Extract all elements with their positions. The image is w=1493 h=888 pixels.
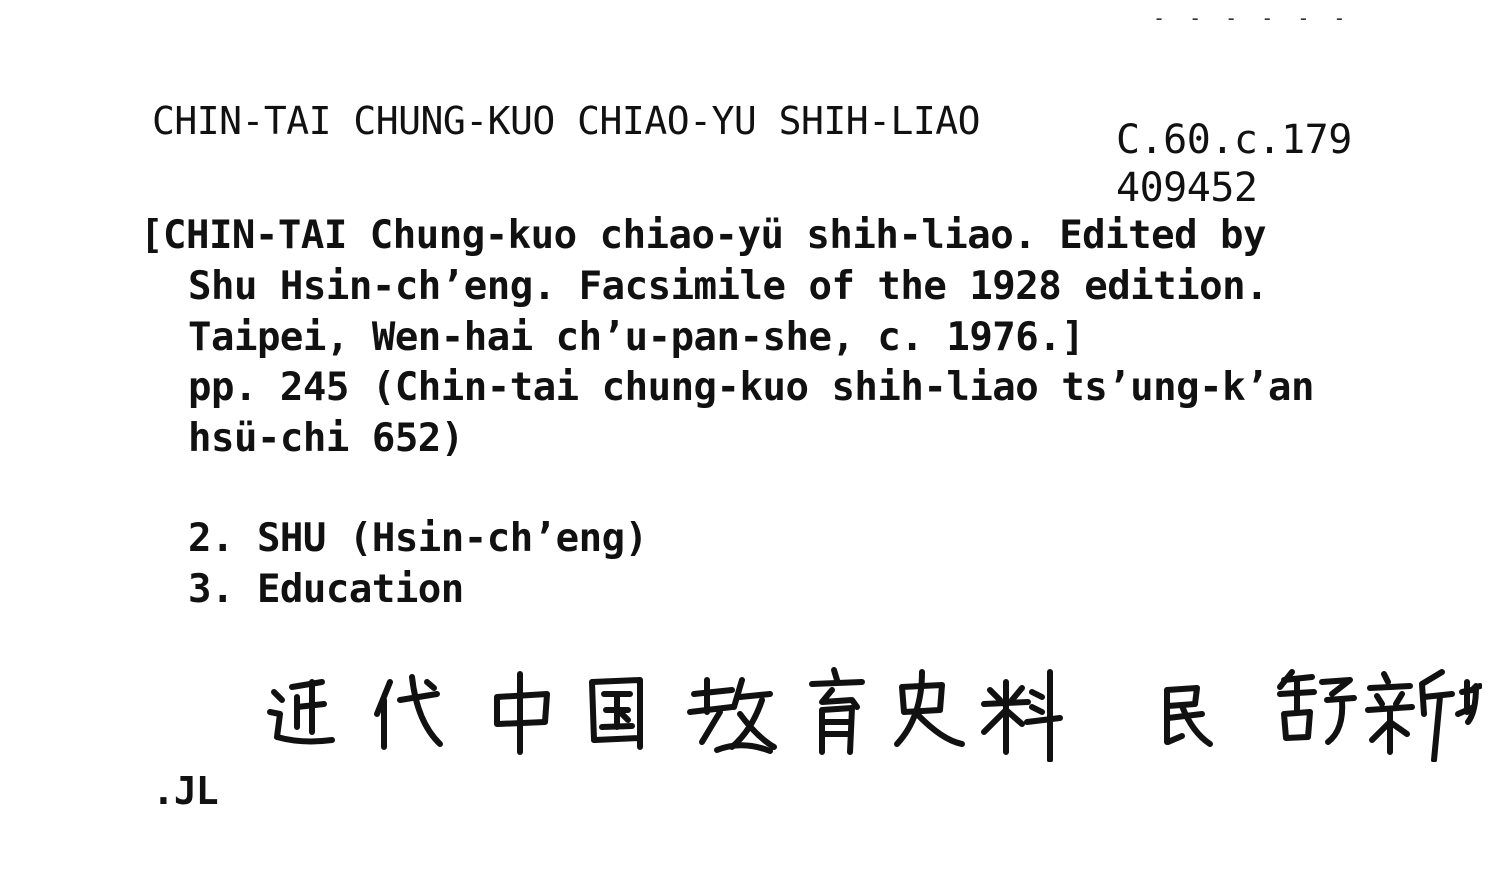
entry-line-2: Shu Hsin-ch’eng. Facsimile of the 1928 e… bbox=[188, 264, 1269, 309]
tracing-2: 2. SHU (Hsin-ch’eng) bbox=[188, 516, 648, 561]
catalog-card: - - - - - - CHIN-TAI CHUNG-KUO CHIAO-YU … bbox=[0, 0, 1493, 888]
entry-line-3: Taipei, Wen-hai ch’u-pan-she, c. 1976.] bbox=[188, 315, 1085, 360]
entry-line-1: [CHIN-TAI Chung-kuo chiao-yü shih-liao. … bbox=[140, 213, 1267, 258]
glyph-7 bbox=[894, 669, 965, 747]
glyph-10 bbox=[1277, 669, 1357, 745]
glyph-5 bbox=[687, 677, 777, 754]
glyph-2 bbox=[374, 674, 443, 750]
glyph-8 bbox=[981, 669, 1063, 763]
glyph-3 bbox=[494, 671, 550, 755]
card-heading: CHIN-TAI CHUNG-KUO CHIAO-YU SHIH-LIAO bbox=[152, 99, 980, 143]
shelfmark-line-1: C.60.c.179 bbox=[1116, 117, 1352, 163]
top-dashes: - - - - - - bbox=[1153, 6, 1352, 30]
entry-line-4: pp. 245 (Chin-tai chung-kuo shih-liao ts… bbox=[188, 365, 1315, 410]
handwriting-drawing bbox=[267, 667, 1483, 763]
handwritten-chinese-title bbox=[262, 652, 1483, 763]
tracing-3: 3. Education bbox=[188, 567, 464, 612]
glyph-6 bbox=[809, 667, 865, 755]
glyph-1 bbox=[267, 679, 335, 745]
glyph-4 bbox=[589, 677, 643, 750]
glyph-11 bbox=[1365, 669, 1455, 763]
cataloguer-initials: .JL bbox=[152, 769, 219, 813]
glyph-9 bbox=[1164, 685, 1213, 747]
glyph-12 bbox=[1455, 679, 1483, 725]
entry-line-5: hsü-chi 652) bbox=[188, 416, 464, 461]
shelfmark-line-2: 409452 bbox=[1116, 165, 1258, 211]
